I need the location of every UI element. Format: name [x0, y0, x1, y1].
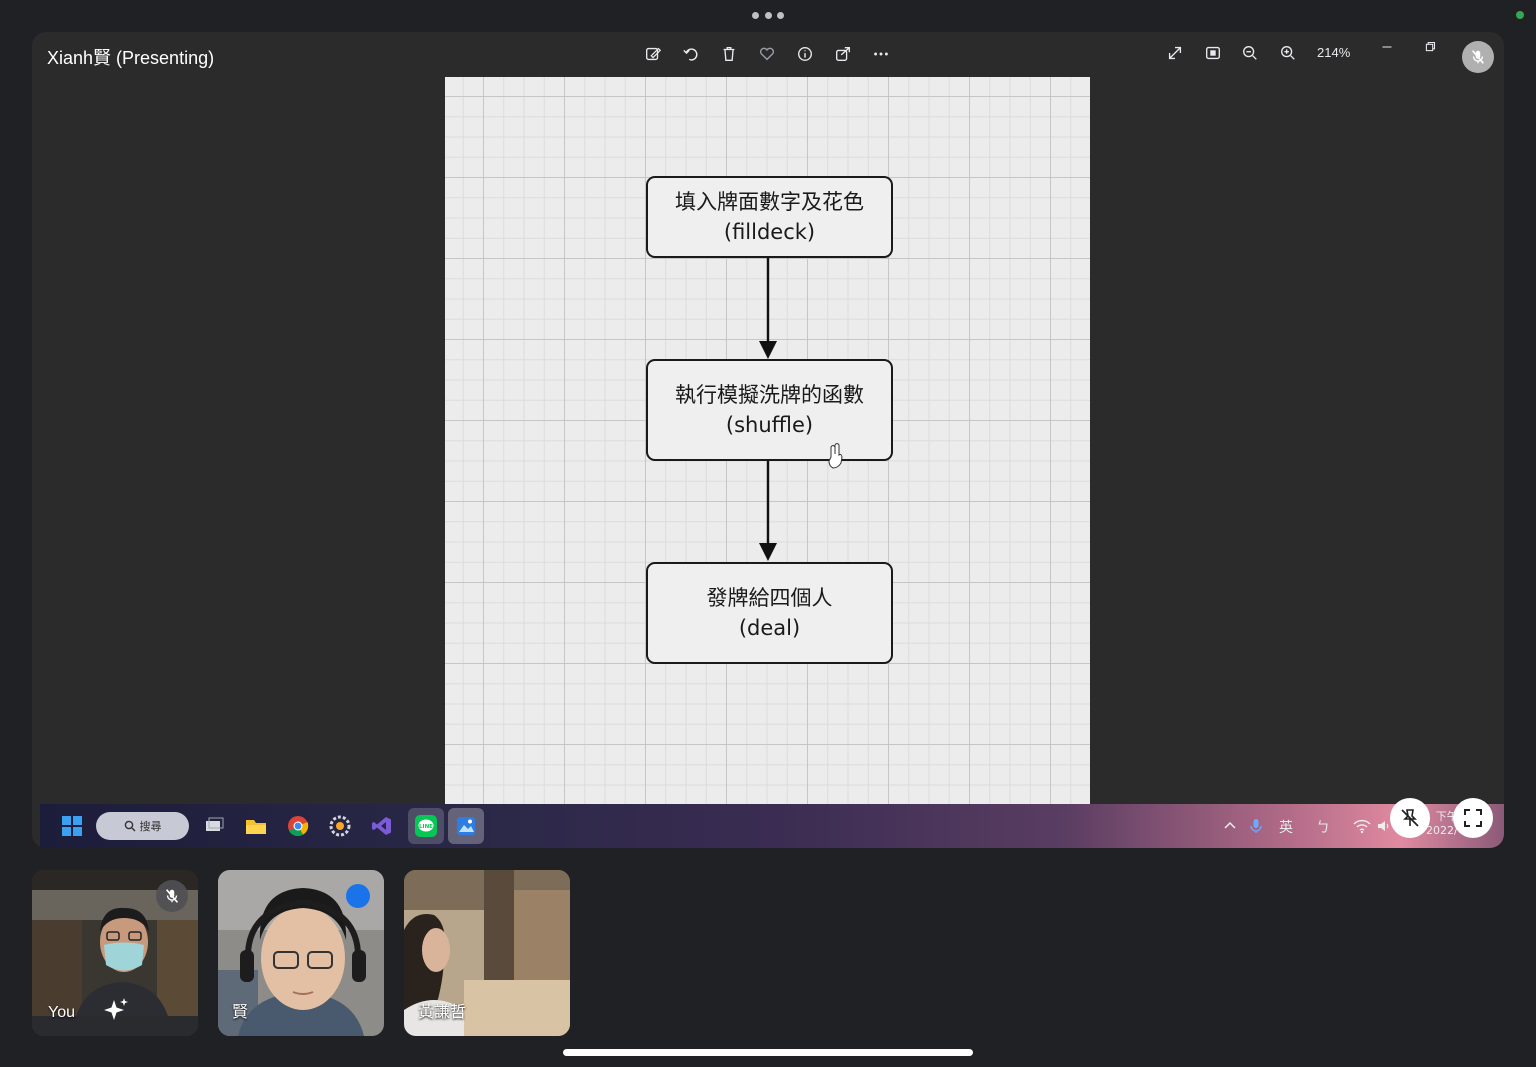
- arrow-head-2: [759, 543, 777, 561]
- search-label: 搜尋: [139, 820, 162, 833]
- participant-tile-huang[interactable]: 黃謙哲: [404, 870, 570, 1036]
- taskbar-search[interactable]: 搜尋: [96, 812, 189, 840]
- line-app-icon[interactable]: LINE: [408, 808, 444, 844]
- rotate-icon[interactable]: [680, 43, 702, 65]
- fullscreen-icon: [1464, 809, 1482, 827]
- ime-language-indicator[interactable]: 英: [1279, 817, 1293, 837]
- windows-taskbar: 搜尋 LINE 英 ㄅ 下午 2022/: [40, 804, 1504, 848]
- arrow-head-1: [759, 341, 777, 359]
- camera-active-indicator: [1516, 11, 1524, 19]
- expand-icon[interactable]: [1164, 42, 1186, 64]
- file-explorer-icon[interactable]: [242, 812, 270, 840]
- clock-date: 2022/: [1426, 824, 1458, 837]
- more-options-handle[interactable]: [752, 8, 784, 22]
- participant-name: 賢: [232, 1004, 249, 1021]
- info-icon[interactable]: [794, 43, 816, 65]
- windows-start-icon[interactable]: [58, 812, 86, 840]
- dot: [777, 11, 784, 19]
- share-icon[interactable]: [832, 43, 854, 65]
- zoom-level[interactable]: 214%: [1317, 45, 1350, 60]
- delete-icon[interactable]: [718, 43, 740, 65]
- dot: [752, 11, 759, 19]
- edit-icon[interactable]: [642, 43, 664, 65]
- unpin-button[interactable]: [1390, 798, 1430, 838]
- visual-effects-icon[interactable]: [100, 994, 132, 1026]
- muted-icon: [156, 880, 188, 912]
- presenter-label: Xianh賢 (Presenting): [47, 48, 215, 68]
- participant-name: You: [48, 1004, 75, 1021]
- anaconda-icon[interactable]: [326, 812, 354, 840]
- zoom-in-icon[interactable]: [1277, 42, 1299, 64]
- home-indicator[interactable]: [563, 1049, 973, 1056]
- presenter-muted-icon: [1462, 41, 1494, 73]
- dot: [764, 11, 772, 19]
- presentation-stage: Xianh賢 (Presenting) 214% 填入牌面數字及花色 (fill…: [32, 32, 1504, 848]
- more-icon[interactable]: [870, 43, 892, 65]
- flowchart-canvas: 填入牌面數字及花色 (filldeck) 執行模擬洗牌的函數 (shuffle)…: [445, 77, 1090, 804]
- fit-icon[interactable]: [1202, 42, 1224, 64]
- search-icon: [124, 820, 135, 832]
- participant-tile-xian[interactable]: 賢: [218, 870, 384, 1036]
- restore-icon[interactable]: [1419, 36, 1441, 58]
- fullscreen-button[interactable]: [1453, 798, 1493, 838]
- minimize-icon[interactable]: [1376, 36, 1398, 58]
- unpin-icon: [1401, 809, 1419, 827]
- svg-text:LINE: LINE: [419, 824, 433, 830]
- participant-tile-you[interactable]: You: [32, 870, 198, 1036]
- participant-name: 黃謙哲: [418, 1004, 467, 1021]
- task-view-icon[interactable]: [200, 812, 228, 840]
- favorite-icon[interactable]: [756, 43, 778, 65]
- visual-studio-icon[interactable]: [368, 812, 396, 840]
- flowchart-arrows: [759, 258, 843, 561]
- photos-app-icon[interactable]: [448, 808, 484, 844]
- chrome-icon[interactable]: [284, 812, 312, 840]
- hand-cursor-icon: [828, 443, 843, 469]
- tray-overflow-icon[interactable]: [1216, 812, 1244, 840]
- zoom-out-icon[interactable]: [1239, 42, 1261, 64]
- ime-mode-indicator[interactable]: ㄅ: [1316, 817, 1330, 837]
- microphone-tray-icon[interactable]: [1242, 812, 1270, 840]
